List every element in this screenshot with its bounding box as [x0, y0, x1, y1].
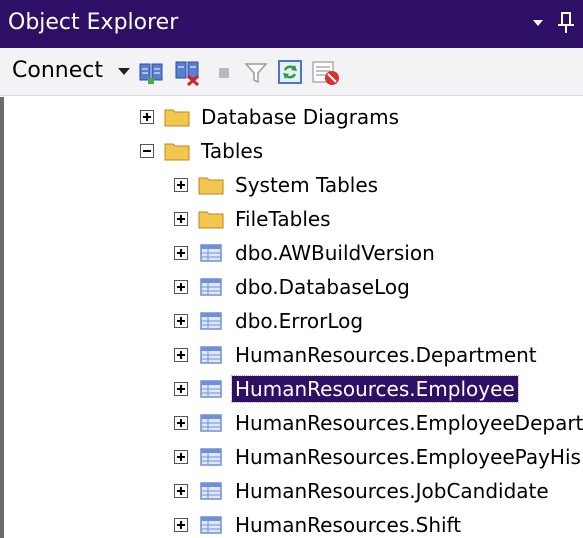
expand-icon[interactable]	[174, 450, 188, 464]
expand-icon[interactable]	[174, 416, 188, 430]
tree-node-table[interactable]: dbo.ErrorLog	[174, 304, 366, 338]
tree-node-table[interactable]: HumanResources.JobCandidate	[174, 474, 552, 508]
expand-icon[interactable]	[174, 212, 188, 226]
table-icon	[200, 482, 222, 500]
node-label: HumanResources.Shift	[235, 513, 462, 537]
node-label: HumanResources.EmployeePayHis	[235, 445, 581, 469]
node-label: HumanResources.Employee	[231, 375, 519, 403]
tree-node-table[interactable]: dbo.DatabaseLog	[174, 270, 413, 304]
object-explorer-toolbar: Connect	[0, 48, 583, 96]
object-explorer-tree[interactable]: Database Diagrams Tables System Tables F…	[0, 97, 583, 538]
filter-icon[interactable]	[242, 58, 270, 86]
node-label: dbo.DatabaseLog	[235, 275, 410, 299]
expand-icon[interactable]	[174, 382, 188, 396]
node-label: HumanResources.Department	[235, 343, 537, 367]
pin-icon[interactable]	[525, 10, 577, 36]
connect-button[interactable]: Connect	[12, 56, 103, 86]
tree-node-database-diagrams[interactable]: Database Diagrams	[140, 100, 402, 134]
tree-node-filetables[interactable]: FileTables	[174, 202, 334, 236]
expand-icon[interactable]	[174, 348, 188, 362]
table-icon	[200, 312, 222, 330]
tree-node-tables[interactable]: Tables	[140, 134, 266, 168]
expand-icon[interactable]	[174, 314, 188, 328]
collapse-icon[interactable]	[140, 144, 154, 158]
panel-title: Object Explorer	[8, 10, 179, 35]
folder-icon	[198, 177, 224, 195]
table-icon	[200, 516, 222, 534]
activity-monitor-icon[interactable]	[310, 58, 342, 86]
node-label: HumanResources.EmployeeDepart	[235, 411, 583, 435]
connect-object-explorer-icon[interactable]	[138, 58, 166, 86]
refresh-icon[interactable]	[276, 58, 304, 86]
table-icon	[200, 448, 222, 466]
folder-icon	[164, 143, 190, 161]
table-icon	[200, 346, 222, 364]
folder-icon	[198, 211, 224, 229]
node-label: Tables	[201, 139, 264, 163]
tree-node-table[interactable]: HumanResources.EmployeePayHis	[174, 440, 583, 474]
tree-node-table[interactable]: HumanResources.EmployeeDepart	[174, 406, 583, 440]
object-explorer-titlebar: Object Explorer	[0, 0, 583, 48]
node-label: FileTables	[235, 207, 331, 231]
expand-icon[interactable]	[174, 280, 188, 294]
tree-node-table-selected[interactable]: HumanResources.Employee	[174, 372, 519, 406]
table-icon	[200, 244, 222, 262]
tree-node-table[interactable]: HumanResources.Department	[174, 338, 540, 372]
tree-node-table[interactable]: HumanResources.Shift	[174, 508, 464, 538]
table-icon	[200, 278, 222, 296]
folder-icon	[164, 109, 190, 127]
table-icon	[200, 380, 222, 398]
stop-icon[interactable]	[210, 58, 238, 86]
table-icon	[200, 414, 222, 432]
expand-icon[interactable]	[174, 178, 188, 192]
node-label: dbo.ErrorLog	[235, 309, 364, 333]
node-label: HumanResources.JobCandidate	[235, 479, 549, 503]
tree-node-table[interactable]: dbo.AWBuildVersion	[174, 236, 438, 270]
expand-icon[interactable]	[174, 246, 188, 260]
disconnect-icon[interactable]	[174, 58, 202, 86]
tree-node-system-tables[interactable]: System Tables	[174, 168, 381, 202]
expand-icon[interactable]	[174, 484, 188, 498]
node-label: Database Diagrams	[201, 105, 400, 129]
node-label: System Tables	[235, 173, 379, 197]
node-label: dbo.AWBuildVersion	[235, 241, 435, 265]
expand-icon[interactable]	[140, 110, 154, 124]
expand-icon[interactable]	[174, 518, 188, 532]
chevron-down-icon[interactable]	[118, 68, 130, 75]
